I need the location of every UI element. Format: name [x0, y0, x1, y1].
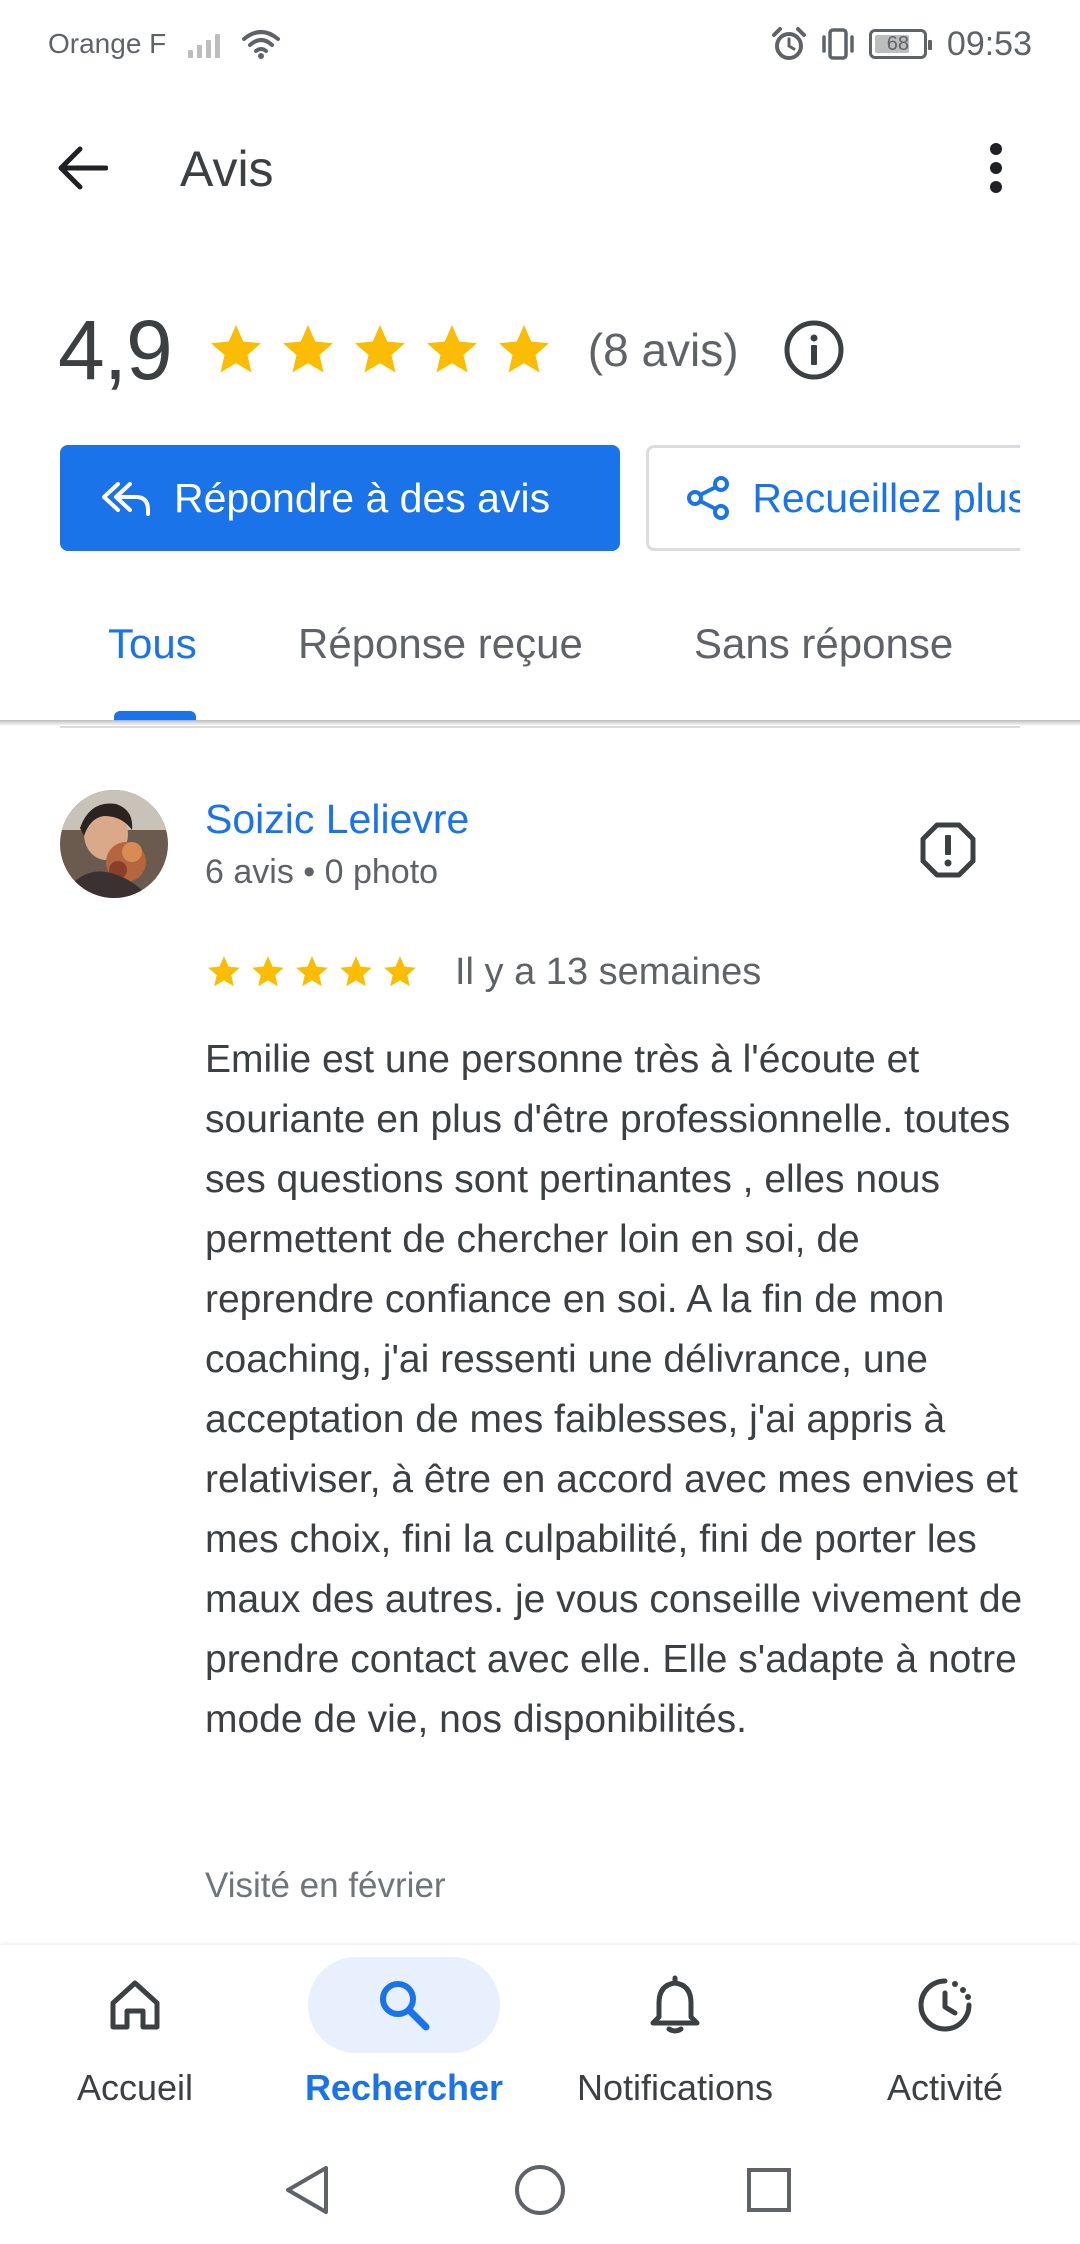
status-bar: Orange F 68 09:53	[0, 0, 1080, 88]
tab-replied[interactable]: Réponse reçue	[298, 620, 583, 668]
more-vert-icon	[990, 143, 1002, 193]
star-icon	[384, 956, 416, 987]
status-right: 68 09:53	[771, 25, 1032, 64]
bottom-navigation: Accueil Rechercher Notifications Activit…	[0, 1945, 1080, 2135]
visit-date: Visité en février	[205, 1866, 446, 1905]
report-review-button[interactable]	[916, 818, 980, 882]
reviewer-name[interactable]: Soizic Lelievre	[205, 796, 469, 843]
action-buttons: Répondre à des avis Recueillez plus d'av…	[60, 445, 1020, 551]
home-icon	[110, 1980, 160, 2030]
wifi-icon	[242, 30, 281, 59]
reply-reviews-button[interactable]: Répondre à des avis	[60, 445, 620, 551]
nav-notifications[interactable]: Notifications	[555, 1957, 795, 2109]
share-icon	[685, 470, 732, 526]
rating-stars	[206, 320, 554, 380]
signal-icon	[188, 30, 221, 58]
avatar[interactable]	[60, 790, 168, 898]
info-icon	[784, 320, 844, 380]
star-icon	[282, 325, 333, 373]
bell-icon	[650, 1975, 700, 2034]
nav-activity-pill	[849, 1957, 1041, 2053]
arrow-back-icon	[58, 146, 108, 190]
circle-home-icon	[515, 2165, 565, 2215]
system-recents-button[interactable]	[734, 2155, 804, 2225]
app-bar: Avis	[0, 118, 1080, 218]
divider	[60, 726, 1020, 728]
page-title: Avis	[180, 141, 274, 197]
average-rating: 4,9	[58, 302, 173, 397]
review-date: Il y a 13 semaines	[455, 950, 762, 993]
star-icon	[210, 325, 261, 373]
star-icon	[252, 956, 284, 987]
tab-all[interactable]: Tous	[108, 620, 197, 668]
system-back-button[interactable]	[272, 2155, 342, 2225]
info-button[interactable]	[783, 319, 845, 381]
review-rating-row: Il y a 13 semaines	[205, 950, 761, 994]
nav-activity[interactable]: Activité	[825, 1957, 1065, 2109]
system-navigation	[0, 2135, 1080, 2244]
reply-all-icon	[100, 470, 156, 526]
star-icon	[426, 325, 477, 373]
vibrate-icon	[822, 28, 854, 60]
nav-search-label: Rechercher	[304, 2067, 504, 2108]
battery-icon: 68	[868, 29, 932, 59]
more-options-button[interactable]	[966, 136, 1026, 200]
search-icon	[380, 1981, 430, 2031]
alarm-icon	[771, 27, 806, 60]
nav-notifications-label: Notifications	[576, 2067, 774, 2108]
back-button[interactable]	[50, 140, 114, 196]
review-count: (8 avis)	[587, 324, 739, 376]
nav-activity-label: Activité	[886, 2067, 1004, 2108]
nav-search-pill	[308, 1957, 500, 2053]
review-stars	[205, 953, 419, 991]
tab-unreplied[interactable]: Sans réponse	[694, 620, 953, 668]
nav-home-pill	[39, 1957, 231, 2053]
review-tabs: Tous Réponse reçue Sans réponse	[0, 600, 1080, 722]
star-icon	[354, 325, 405, 373]
star-icon	[296, 956, 328, 987]
carrier-name: Orange F	[48, 28, 167, 59]
review-text: Emilie est une personne très à l'écoute …	[205, 1038, 1023, 1741]
nav-search[interactable]: Rechercher	[284, 1957, 524, 2109]
square-recents-icon	[747, 2168, 791, 2212]
report-icon	[920, 822, 976, 878]
battery-level: 68	[886, 32, 910, 55]
clock: 09:53	[946, 24, 1032, 63]
triangle-back-icon	[286, 2166, 328, 2214]
system-home-button[interactable]	[505, 2155, 575, 2225]
nav-notifications-pill	[579, 1957, 771, 2053]
nav-home-label: Accueil	[76, 2067, 194, 2108]
status-left: Orange F	[48, 28, 281, 60]
collect-reviews-button[interactable]: Recueillez plus d'avis	[646, 445, 1020, 551]
star-icon	[498, 325, 549, 373]
rating-summary: 4,9 (8 avis)	[58, 300, 845, 400]
collect-reviews-label: Recueillez plus d'avis	[752, 474, 1020, 521]
reviewer-meta: 6 avis • 0 photo	[205, 853, 439, 891]
reply-reviews-label: Répondre à des avis	[174, 474, 551, 521]
nav-home[interactable]: Accueil	[15, 1957, 255, 2109]
star-icon	[208, 956, 240, 987]
star-icon	[340, 956, 372, 987]
activity-icon	[918, 1978, 972, 2032]
